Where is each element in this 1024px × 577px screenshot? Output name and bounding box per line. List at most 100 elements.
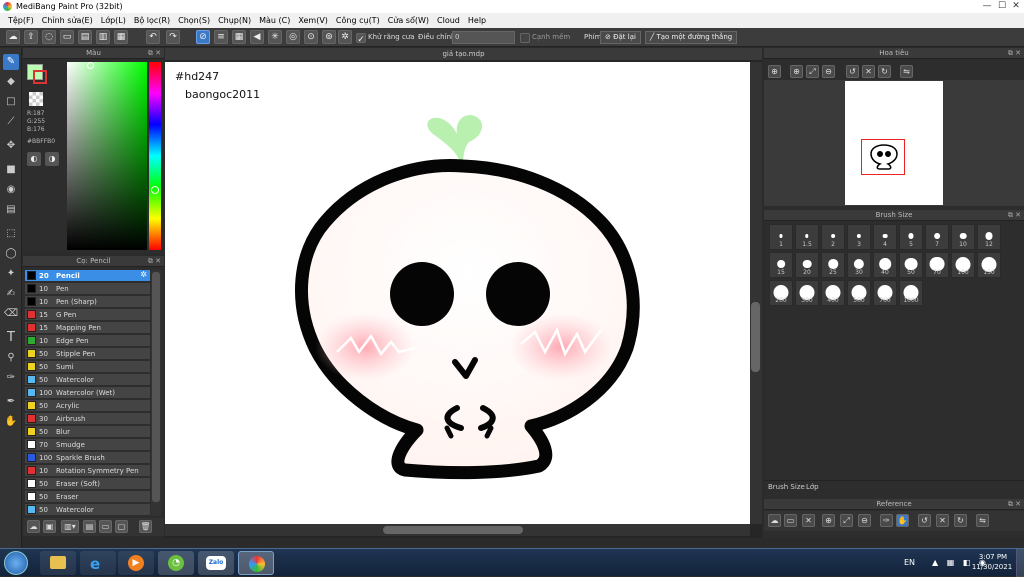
taskbar-app-green[interactable]: ◔ [158,551,194,575]
brush-item[interactable]: 50 Watercolor [25,374,150,386]
background-color-swatch[interactable] [33,70,47,84]
brush-size-option[interactable]: 40 [873,252,897,278]
menu-view[interactable]: Xem(V) [294,16,332,25]
brush-item[interactable]: 20 Pencil ✲ [25,270,150,282]
menu-window[interactable]: Cửa sổ(W) [384,16,433,25]
nav-fit-icon[interactable]: ⤢ [806,65,819,78]
curve-snap-icon[interactable]: ⊙ [304,30,318,44]
ref-zoom-in-icon[interactable]: ⊕ [822,514,835,527]
taskbar-media-player[interactable]: ▶ [118,551,154,575]
gradient-tool-icon[interactable]: ▤ [3,202,19,218]
brush-folder-icon[interactable]: ▭ [99,520,112,533]
dot-tool-icon[interactable]: □ [3,94,19,110]
operation-tool-icon[interactable]: ⚲ [3,350,19,366]
settings-snap-icon[interactable]: ✲ [338,30,352,44]
brush-size-option[interactable]: 400 [821,280,845,306]
brush-size-option[interactable]: 300 [795,280,819,306]
color-saturation-picker[interactable] [67,62,147,250]
nav-reset-icon[interactable]: ✕ [862,65,875,78]
brush-props-icon[interactable]: ▤ [83,520,96,533]
brush-item[interactable]: 10 Pen (Sharp) [25,296,150,308]
reference-menu-icon[interactable]: ⧉ ✕ [1008,499,1021,510]
antialias-checkbox[interactable]: ✓ [356,33,366,45]
brush-item[interactable]: 70 Smudge [25,439,150,451]
brush-item[interactable]: 50 Watercolor [25,504,150,516]
brush-size-option[interactable]: 2 [821,224,845,250]
nav-zoom-in-icon[interactable]: ⊕ [768,65,781,78]
nav-zoom-out-icon[interactable]: ⊖ [822,65,835,78]
delete-brush-icon[interactable]: 🗑 [139,520,152,533]
brush-item[interactable]: 10 Edge Pen [25,335,150,347]
color-picker-cursor[interactable] [87,62,94,69]
brush-copy-icon[interactable]: ▢ [115,520,128,533]
ref-hand-icon[interactable]: ✋ [896,514,909,527]
brush-item[interactable]: 50 Sumi [25,361,150,373]
language-indicator[interactable]: EN [904,558,915,567]
canvas-horizontal-scrollbar[interactable] [165,524,750,536]
nav-rotate-left-icon[interactable]: ↺ [846,65,859,78]
hue-slider[interactable] [149,62,161,250]
ref-rotate-right-icon[interactable]: ↻ [954,514,967,527]
brush-item[interactable]: 50 Eraser [25,491,150,503]
undo-icon[interactable]: ↶ [146,30,160,44]
ref-reset-icon[interactable]: ✕ [936,514,949,527]
brush-size-option[interactable]: 700 [873,280,897,306]
chat-icon[interactable]: ◌ [42,30,56,44]
graphic-tool-icon[interactable]: ⟋ [3,114,19,130]
ref-rotate-left-icon[interactable]: ↺ [918,514,931,527]
brush-size-option[interactable]: 1000 [899,280,923,306]
brush-item[interactable]: 10 Rotation Symmetry Pen [25,465,150,477]
clock-date[interactable]: 11/30/2021 [970,563,1014,571]
comment-icon[interactable]: ▭ [60,30,74,44]
magic-wand-icon[interactable]: ✦ [3,266,19,282]
brush-size-option[interactable]: 25 [821,252,845,278]
hue-slider-handle[interactable] [151,186,159,194]
menu-file[interactable]: Tệp(F) [4,16,38,25]
brush-size-option[interactable]: 20 [795,252,819,278]
brush-size-option[interactable]: 100 [951,252,975,278]
fill-rect-tool-icon[interactable]: ■ [3,162,19,178]
taskbar-ie[interactable]: e [80,551,116,575]
close-button[interactable]: ✕ [1009,1,1023,12]
brush-size-option[interactable]: 10 [951,224,975,250]
document-tab[interactable]: giả tạo.mdp [165,48,762,60]
circle-snap-icon[interactable]: ◎ [286,30,300,44]
brush-size-option[interactable]: 50 [899,252,923,278]
maximize-button[interactable]: ☐ [995,1,1009,12]
ref-open-icon[interactable]: ▭ [784,514,797,527]
brush-list-scrollbar[interactable] [151,270,161,516]
tab-layer[interactable]: Lớp [806,483,819,491]
menu-edit[interactable]: Chỉnh sửa(E) [38,16,97,25]
brush-size-option[interactable]: 200 [769,280,793,306]
canvas-horizontal-scroll-thumb[interactable] [383,526,523,534]
bucket-tool-icon[interactable]: ◉ [3,182,19,198]
ref-eyedropper-icon[interactable]: ✑ [880,514,893,527]
panel-menu-icon[interactable]: ⧉ ✕ [148,48,161,59]
document-icon[interactable]: ▥ [96,30,110,44]
brush-size-option[interactable]: 5 [899,224,923,250]
brush-size-option[interactable]: 30 [847,252,871,278]
brush-list-scroll-thumb[interactable] [152,272,160,502]
brush-size-option[interactable]: 7 [925,224,949,250]
drawing-canvas[interactable]: #hd247 baongoc2011 [165,62,750,524]
hand-tool-icon[interactable]: ✋ [3,414,19,430]
radial-snap-icon[interactable]: ✳ [268,30,282,44]
select-tool-icon[interactable]: ⬚ [3,226,19,242]
menu-help[interactable]: Help [464,16,490,25]
crosshair-snap-icon[interactable]: ▦ [232,30,246,44]
navigator-menu-icon[interactable]: ⧉ ✕ [1008,48,1021,59]
reset-button[interactable]: ⊘ Đặt lại [600,31,641,44]
taskbar-medibang[interactable] [238,551,274,575]
move-tool-icon[interactable]: ✥ [3,138,19,154]
brush-item[interactable]: 50 Stipple Pen [25,348,150,360]
brush-item[interactable]: 15 Mapping Pen [25,322,150,334]
cloud-icon[interactable]: ☁ [6,30,20,44]
snap-off-icon[interactable]: ⊘ [196,30,210,44]
eyedropper-tool-icon[interactable]: ✑ [3,370,19,386]
brush-settings-icon[interactable]: ✲ [140,270,147,279]
brush-item[interactable]: 10 Pen [25,283,150,295]
redo-icon[interactable]: ↷ [166,30,180,44]
menu-snap[interactable]: Chụp(N) [214,16,255,25]
brush-item[interactable]: 50 Eraser (Soft) [25,478,150,490]
ref-zoom-out-icon[interactable]: ⊖ [858,514,871,527]
